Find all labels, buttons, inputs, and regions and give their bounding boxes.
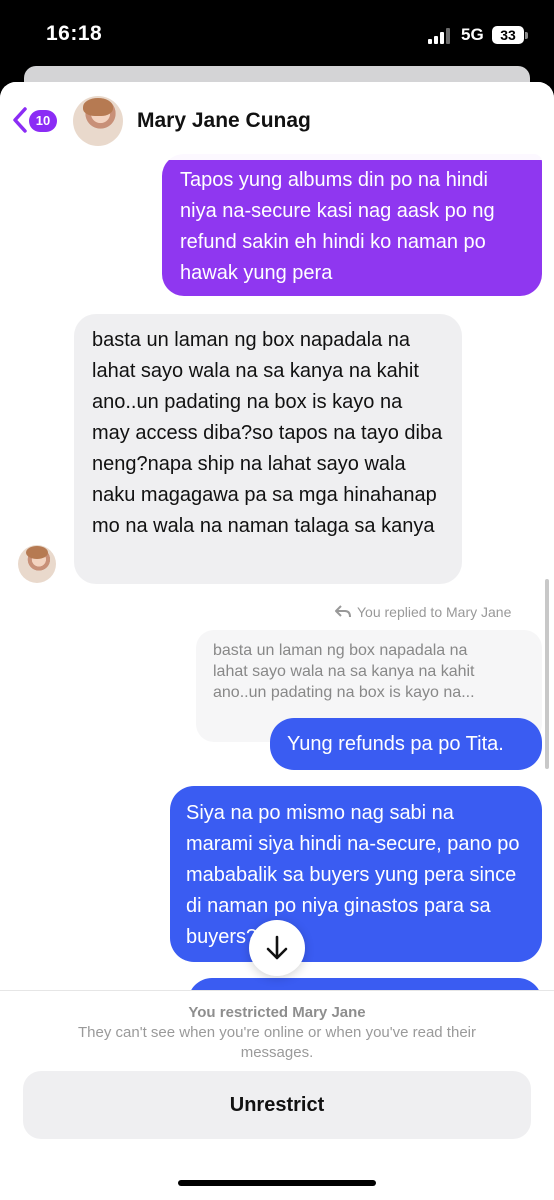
restricted-description: They can't see when you're online or whe… xyxy=(78,1024,476,1061)
back-chevron-icon[interactable] xyxy=(10,106,30,134)
reply-arrow-icon xyxy=(335,605,351,618)
signal-icon xyxy=(428,28,454,44)
chat-sheet: 10 Mary Jane Cunag Tapos yung albums din… xyxy=(0,82,554,1200)
unread-count-badge[interactable]: 10 xyxy=(29,110,57,132)
incoming-message[interactable]: basta un laman ng box napadala na lahat … xyxy=(74,314,462,584)
unrestrict-button[interactable]: Unrestrict xyxy=(23,1071,531,1139)
chat-header: 10 Mary Jane Cunag xyxy=(0,82,554,160)
outgoing-message[interactable]: Yung refunds pa po Tita. xyxy=(270,718,542,770)
restricted-title: You restricted Mary Jane xyxy=(188,1004,366,1021)
restricted-footer: You restricted Mary Jane They can't see … xyxy=(0,990,554,1200)
network-type: 5G xyxy=(461,25,484,44)
scrollbar[interactable] xyxy=(545,579,549,769)
replied-label: You replied to Mary Jane xyxy=(357,604,512,620)
arrow-down-icon xyxy=(266,935,288,960)
contact-name[interactable]: Mary Jane Cunag xyxy=(137,109,311,133)
outgoing-message[interactable]: Siya na po mismo nag sabi na marami siya… xyxy=(170,786,542,962)
battery-icon: 33 xyxy=(492,26,524,44)
status-time: 16:18 xyxy=(46,22,103,45)
status-bar: 16:18 5G 33 xyxy=(0,0,554,70)
sender-avatar[interactable] xyxy=(18,545,56,583)
scroll-to-bottom-button[interactable] xyxy=(249,920,305,976)
outgoing-message[interactable]: Tapos yung albums din po na hindi niya n… xyxy=(162,154,542,296)
home-indicator[interactable] xyxy=(178,1180,376,1186)
battery-tip xyxy=(525,32,528,39)
contact-avatar[interactable] xyxy=(73,96,123,146)
